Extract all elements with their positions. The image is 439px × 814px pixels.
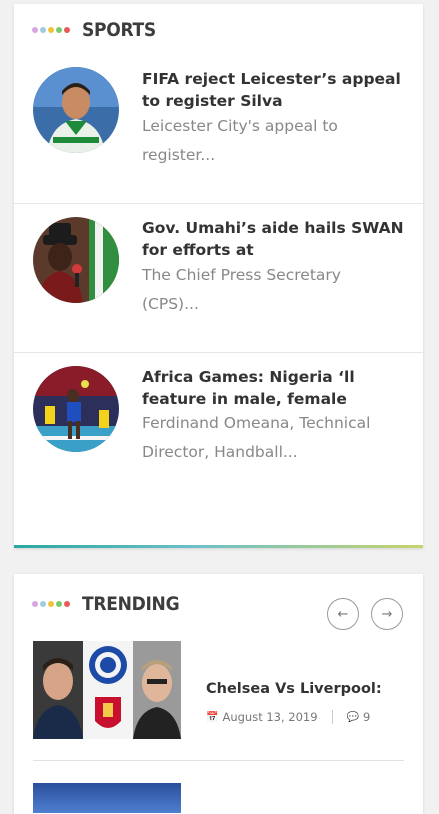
accent-bar (14, 545, 423, 548)
trending-thumbnail[interactable] (33, 783, 181, 813)
divider (33, 760, 404, 761)
trending-thumbnail[interactable] (33, 641, 181, 739)
divider (14, 203, 423, 204)
article-excerpt: Leicester City's appeal to register... (142, 117, 338, 164)
arrow-right-icon: → (381, 606, 393, 622)
article-thumbnail[interactable] (33, 366, 119, 452)
article-title[interactable]: Africa Games: Nigeria ‘ll feature in mal… (142, 366, 410, 410)
next-button[interactable]: → (371, 598, 403, 630)
prev-button[interactable]: ← (327, 598, 359, 630)
article-title[interactable]: Gov. Umahi’s aide hails SWAN for efforts… (142, 217, 410, 261)
comment-icon: 💬 (346, 711, 360, 723)
section-dots-icon (32, 601, 70, 607)
article-date: August 13, 2019 (222, 710, 318, 724)
article-title[interactable]: FIFA reject Leicester’s appeal to regist… (142, 68, 410, 112)
article-excerpt: Ferdinand Omeana, Technical Director, Ha… (142, 414, 371, 461)
calendar-icon: 📅 (206, 711, 219, 723)
section-dots-icon (32, 27, 70, 33)
article-thumbnail[interactable] (33, 67, 119, 153)
comment-count[interactable]: 9 (363, 710, 370, 724)
meta-separator (331, 710, 333, 724)
sports-widget: SPORTS FIFA reject Leicester’s appeal to… (14, 4, 423, 548)
article-meta: 📅 August 13, 2019 💬 9 (206, 710, 370, 724)
arrow-left-icon: ← (337, 606, 349, 622)
section-title-trending: TRENDING (82, 593, 180, 615)
trending-widget: TRENDING ← → Chelsea Vs Liverpool: 📅 Aug… (14, 574, 423, 814)
trending-article-title[interactable]: Chelsea Vs Liverpool: (206, 681, 382, 697)
article-thumbnail[interactable] (33, 217, 119, 303)
trending-header: TRENDING (32, 592, 180, 616)
sports-header: SPORTS (32, 18, 156, 42)
section-title-sports: SPORTS (82, 19, 156, 41)
divider (14, 352, 423, 353)
article-excerpt: The Chief Press Secretary (CPS)... (142, 266, 341, 313)
